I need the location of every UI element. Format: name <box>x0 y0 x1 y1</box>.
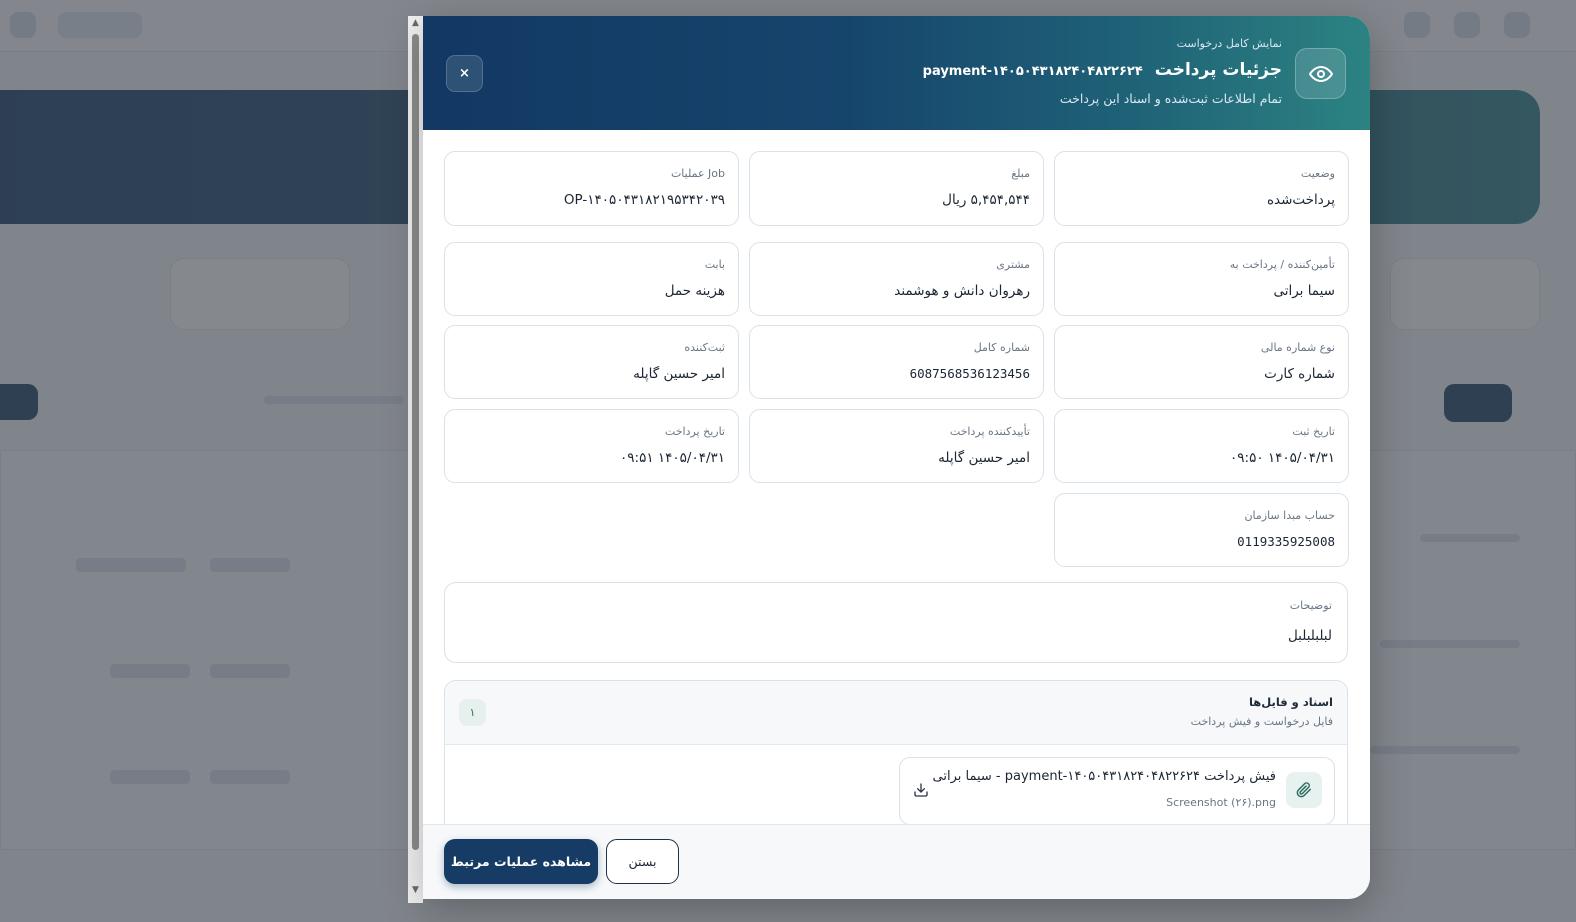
file-name: فیش پرداخت payment-۱۴۰۵۰۴۳۱۸۲۴۰۴۸۲۲۶۲۴ -… <box>932 769 1277 784</box>
field-regarding: بابت هزینه حمل <box>444 242 739 316</box>
field-value: سیما براتی <box>1273 283 1335 299</box>
field-label: تاریخ پرداخت <box>664 425 725 438</box>
field-value: شماره کارت <box>1264 366 1335 382</box>
description-box: توضیحات لبلبلبلبل <box>444 582 1348 663</box>
modal-body: وضعیت پرداخت‌شده مبلغ ۵,۴۵۴,۵۴۴ ریال Job… <box>423 130 1370 824</box>
payment-details-modal: × نمایش کامل درخواست جزئیات پرداخت payme… <box>423 16 1370 899</box>
field-job: Job عملیات OP-۱۴۰۵۰۴۳۱۸۲۱۹۵۳۴۲۰۳۹ <box>444 151 739 226</box>
modal-title: جزئیات پرداخت payment-۱۴۰۵۰۴۳۱۸۲۴۰۴۸۲۲۶۲… <box>682 59 1282 83</box>
field-value: ۵,۴۵۴,۵۴۴ ریال <box>942 192 1030 208</box>
view-related-operation-button[interactable]: مشاهده عملیات مرتبط <box>444 839 598 884</box>
field-customer: مشتری رهروان دانش و هوشمند <box>749 242 1044 316</box>
field-value: 0119335925008 <box>1237 534 1335 549</box>
field-full-number: شماره کامل 6087568536123456 <box>749 325 1044 399</box>
field-value: امیر حسین گاپله <box>633 366 725 382</box>
field-value: OP-۱۴۰۵۰۴۳۱۸۲۱۹۵۳۴۲۰۳۹ <box>563 192 725 208</box>
field-status: وضعیت پرداخت‌شده <box>1054 151 1349 226</box>
eye-icon <box>1295 48 1346 99</box>
payment-id: payment-۱۴۰۵۰۴۳۱۸۲۴۰۴۸۲۲۶۲۴ <box>922 64 1143 79</box>
field-value: هزینه حمل <box>664 283 725 299</box>
field-account-type: نوع شماره مالی شماره کارت <box>1054 325 1349 399</box>
documents-count-badge: ۱ <box>459 699 486 726</box>
field-value: 6087568536123456 <box>909 366 1030 381</box>
modal-kicker: نمایش کامل درخواست <box>1176 37 1282 50</box>
documents-title: اسناد و فایل‌ها <box>1248 695 1333 709</box>
field-amount: مبلغ ۵,۴۵۴,۵۴۴ ریال <box>749 151 1044 226</box>
field-payee: تأمین‌کننده / پرداخت به سیما براتی <box>1054 242 1349 316</box>
field-label: وضعیت <box>1300 167 1335 180</box>
field-value: رهروان دانش و هوشمند <box>894 283 1030 299</box>
field-source-account: حساب مبدا سازمان 0119335925008 <box>1054 493 1349 567</box>
field-registrar: ثبت‌کننده امیر حسین گاپله <box>444 325 739 399</box>
description-value: لبلبلبلبل <box>1287 628 1332 644</box>
modal-header: × نمایش کامل درخواست جزئیات پرداخت payme… <box>423 16 1370 130</box>
paperclip-icon <box>1286 772 1322 808</box>
field-label: مشتری <box>996 258 1030 271</box>
close-button[interactable]: × <box>446 55 483 92</box>
field-value: پرداخت‌شده <box>1266 192 1335 208</box>
download-icon[interactable] <box>910 778 932 802</box>
field-approver: تأییدکننده پرداخت امیر حسین گاپله <box>749 409 1044 483</box>
field-label: شماره کامل <box>973 341 1030 354</box>
scrollbar-thumb[interactable] <box>412 34 419 850</box>
field-label: ثبت‌کننده <box>684 341 725 354</box>
field-label: نوع شماره مالی <box>1260 341 1335 354</box>
field-label: تأمین‌کننده / پرداخت به <box>1229 258 1335 271</box>
field-value: ۱۴۰۵/۰۴/۳۱ ۰۹:۵۰ <box>1230 450 1335 466</box>
file-filename: Screenshot (۲۶).png <box>1166 796 1276 809</box>
field-label: تاریخ ثبت <box>1292 425 1335 438</box>
modal-title-text: جزئیات پرداخت <box>1154 60 1282 80</box>
description-label: توضیحات <box>1289 599 1332 612</box>
close-icon: × <box>459 66 470 81</box>
field-value: امیر حسین گاپله <box>938 450 1030 466</box>
modal-subtitle: تمام اطلاعات ثبت‌شده و اسناد این پرداخت <box>1059 91 1282 106</box>
field-label: مبلغ <box>1011 167 1030 180</box>
scroll-up-icon[interactable]: ▲ <box>410 18 421 28</box>
field-label: حساب مبدا سازمان <box>1244 509 1335 522</box>
field-registered-at: تاریخ ثبت ۱۴۰۵/۰۴/۳۱ ۰۹:۵۰ <box>1054 409 1349 483</box>
field-label: بابت <box>704 258 725 271</box>
scroll-down-icon[interactable]: ▼ <box>410 885 421 895</box>
field-paid-at: تاریخ پرداخت ۱۴۰۵/۰۴/۳۱ ۰۹:۵۱ <box>444 409 739 483</box>
documents-subtitle: فایل درخواست و فیش پرداخت <box>1190 715 1333 728</box>
field-label: تأییدکننده پرداخت <box>949 425 1030 438</box>
modal-header-text: نمایش کامل درخواست جزئیات پرداخت payment… <box>682 36 1282 108</box>
documents-section: اسناد و فایل‌ها فایل درخواست و فیش پرداخ… <box>444 680 1348 824</box>
close-footer-button[interactable]: بستن <box>606 839 679 884</box>
modal-footer: مشاهده عملیات مرتبط بستن <box>423 824 1370 899</box>
documents-header: اسناد و فایل‌ها فایل درخواست و فیش پرداخ… <box>445 681 1347 745</box>
field-value: ۱۴۰۵/۰۴/۳۱ ۰۹:۵۱ <box>620 450 725 466</box>
file-card[interactable]: فیش پرداخت payment-۱۴۰۵۰۴۳۱۸۲۴۰۴۸۲۲۶۲۴ -… <box>899 757 1335 824</box>
field-label: Job عملیات <box>670 167 725 180</box>
